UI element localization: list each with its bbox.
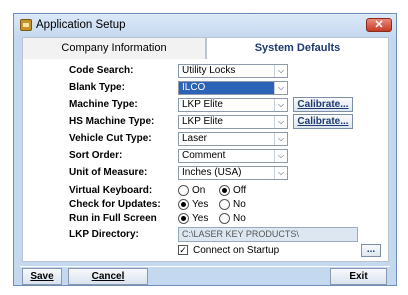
code-search-value: Utility Locks — [182, 65, 236, 76]
check-updates-no-label: No — [233, 199, 246, 210]
virtual-keyboard-on-radio[interactable] — [178, 185, 189, 196]
hs-machine-type-label: HS Machine Type: — [69, 116, 155, 127]
machine-type-dropdown[interactable]: LKP Elite ⌵ — [178, 98, 288, 112]
unit-of-measure-value: Inches (USA) — [182, 167, 242, 178]
unit-of-measure-dropdown[interactable]: Inches (USA) ⌵ — [178, 166, 288, 180]
sort-order-dropdown[interactable]: Comment ⌵ — [178, 149, 288, 163]
code-search-label: Code Search: — [69, 65, 134, 76]
dropdown-arrow-icon[interactable]: ⌵ — [274, 167, 287, 179]
save-button-label: Save — [30, 271, 54, 282]
cancel-button[interactable]: Cancel — [68, 268, 148, 285]
connect-on-startup-label: Connect on Startup — [193, 245, 280, 256]
blank-type-label: Blank Type: — [69, 82, 125, 93]
calibrate-machine-button[interactable]: Calibrate... — [293, 97, 353, 112]
unit-of-measure-label: Unit of Measure: — [69, 167, 148, 178]
close-button[interactable]: ✕ — [366, 18, 392, 32]
machine-type-label: Machine Type: — [69, 99, 138, 110]
vehicle-cut-type-dropdown[interactable]: Laser ⌵ — [178, 132, 288, 146]
blank-type-dropdown[interactable]: ILCO ⌵ — [178, 81, 288, 95]
dropdown-arrow-icon[interactable]: ⌵ — [274, 99, 287, 111]
blank-type-value: ILCO — [179, 82, 275, 94]
save-button[interactable]: Save — [22, 268, 62, 285]
check-updates-yes-radio[interactable] — [178, 199, 189, 210]
calibrate-hs-machine-button[interactable]: Calibrate... — [293, 114, 353, 129]
dropdown-arrow-icon[interactable]: ⌵ — [274, 65, 287, 77]
browse-directory-button[interactable]: ... — [361, 244, 381, 257]
virtual-keyboard-off-radio[interactable] — [219, 185, 230, 196]
dropdown-arrow-icon[interactable]: ⌵ — [274, 133, 287, 145]
virtual-keyboard-on-label: On — [192, 185, 206, 196]
exit-button[interactable]: Exit — [330, 268, 387, 285]
tab-system-defaults[interactable]: System Defaults — [206, 37, 389, 59]
vehicle-cut-type-label: Vehicle Cut Type: — [69, 133, 152, 144]
dropdown-arrow-icon[interactable]: ⌵ — [274, 150, 287, 162]
check-updates-yes-label: Yes — [192, 199, 209, 210]
window-title: Application Setup — [36, 19, 126, 31]
footer-divider — [20, 266, 390, 267]
code-search-dropdown[interactable]: Utility Locks ⌵ — [178, 64, 288, 78]
system-defaults-panel: Code Search: Utility Locks ⌵ Blank Type:… — [22, 59, 389, 262]
sort-order-label: Sort Order: — [69, 150, 123, 161]
machine-type-value: LKP Elite — [182, 99, 223, 110]
hs-machine-type-value: LKP Elite — [182, 116, 223, 127]
vehicle-cut-type-value: Laser — [182, 133, 208, 144]
lkp-directory-field[interactable]: C:\LASER KEY PRODUCTS\ — [178, 227, 358, 242]
checkbox-icon[interactable]: ✓ — [178, 245, 188, 255]
cancel-button-label: Cancel — [91, 271, 125, 282]
full-screen-label: Run in Full Screen — [69, 213, 157, 224]
virtual-keyboard-label: Virtual Keyboard: — [69, 185, 153, 196]
full-screen-yes-label: Yes — [192, 213, 209, 224]
full-screen-no-radio[interactable] — [219, 213, 230, 224]
check-updates-label: Check for Updates: — [69, 199, 161, 210]
lkp-directory-label: LKP Directory: — [69, 229, 139, 240]
title-bar: Application Setup ✕ — [14, 14, 396, 36]
check-updates-no-radio[interactable] — [219, 199, 230, 210]
app-icon — [20, 19, 32, 31]
full-screen-no-label: No — [233, 213, 246, 224]
full-screen-yes-radio[interactable] — [178, 213, 189, 224]
application-setup-window: Application Setup ✕ Company Information … — [13, 13, 397, 286]
dropdown-arrow-icon[interactable]: ⌵ — [274, 116, 287, 128]
tab-strip: Company Information System Defaults — [22, 37, 389, 59]
tab-company-information[interactable]: Company Information — [22, 37, 206, 59]
sort-order-value: Comment — [182, 150, 226, 161]
dropdown-arrow-icon[interactable]: ⌵ — [274, 82, 287, 94]
hs-machine-type-dropdown[interactable]: LKP Elite ⌵ — [178, 115, 288, 129]
virtual-keyboard-off-label: Off — [233, 185, 247, 196]
